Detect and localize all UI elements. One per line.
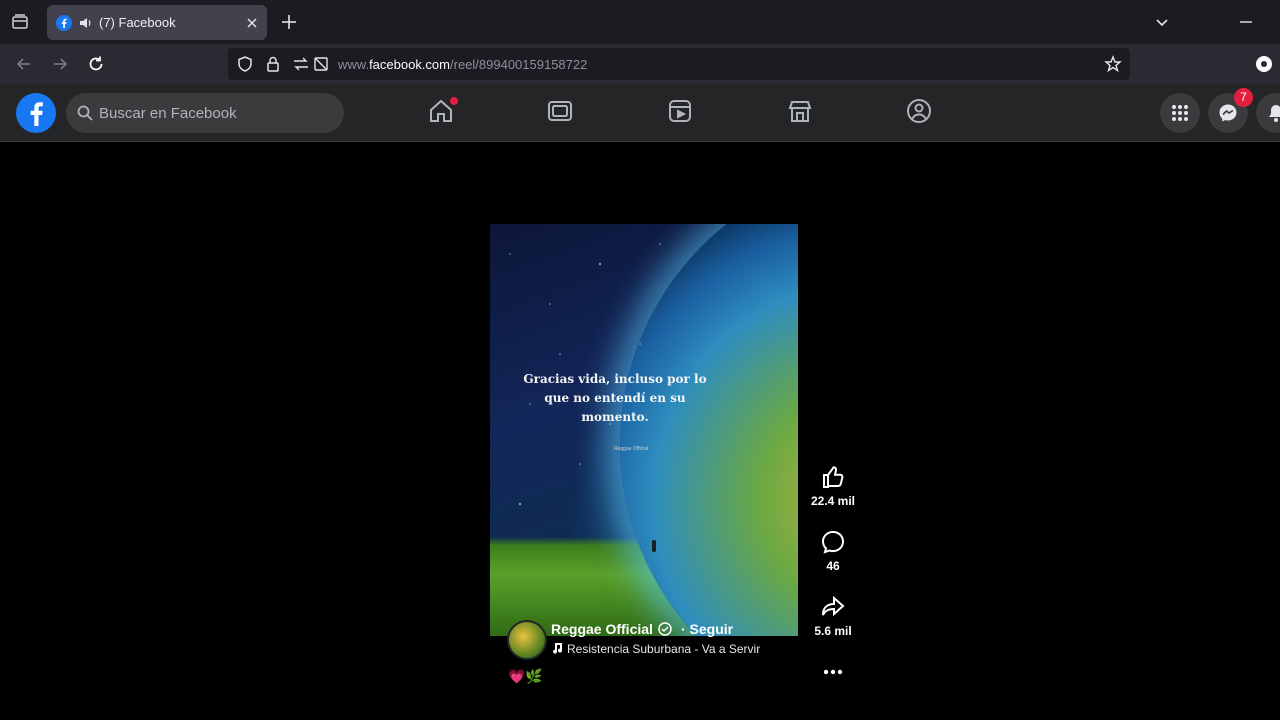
search-icon [77, 105, 93, 121]
thumbs-up-icon [823, 466, 844, 488]
like-button[interactable]: 22.4 mil [808, 464, 858, 508]
comment-count: 46 [826, 559, 840, 573]
url-text[interactable]: www.facebook.com/reel/899400159158722 [338, 57, 587, 72]
shield-icon[interactable] [236, 55, 254, 73]
grid-menu-icon [1172, 105, 1188, 121]
account-icon[interactable] [1254, 54, 1274, 74]
menu-button[interactable] [1160, 93, 1200, 133]
reader-view-icon[interactable] [312, 55, 330, 73]
messenger-icon [1219, 104, 1237, 122]
facebook-search[interactable] [66, 93, 344, 133]
verified-icon [658, 622, 672, 636]
lock-icon[interactable] [264, 55, 282, 73]
new-tab-icon[interactable] [280, 13, 298, 31]
avatar[interactable] [507, 620, 547, 660]
comment-button[interactable]: 46 [808, 529, 858, 573]
browser-navbar: www.facebook.com/reel/899400159158722 [0, 44, 1280, 84]
facebook-logo-icon[interactable] [16, 93, 56, 133]
reel-video[interactable]: Gracias vida, incluso por lo que no ente… [490, 224, 798, 636]
browser-tabstrip: (7) Facebook [0, 0, 1280, 44]
comment-icon [821, 530, 845, 554]
reel-emojis: 💗🌿 [508, 668, 543, 684]
follow-button[interactable]: · Seguir [681, 621, 733, 637]
watch-icon [548, 101, 572, 121]
close-tab-icon[interactable] [243, 14, 261, 32]
speaker-icon[interactable] [78, 15, 94, 31]
nav-reels[interactable] [666, 97, 694, 127]
messenger-badge: 7 [1234, 88, 1253, 107]
facebook-header [0, 84, 1280, 142]
back-icon[interactable] [14, 54, 34, 74]
nav-watch[interactable] [546, 97, 574, 127]
browser-tab-facebook[interactable]: (7) Facebook [47, 5, 267, 40]
tab-list-icon[interactable] [10, 12, 30, 32]
nav-home[interactable] [427, 97, 458, 127]
reload-icon[interactable] [86, 54, 106, 74]
nav-groups[interactable] [905, 97, 933, 127]
tab-title: (7) Facebook [99, 15, 176, 30]
share-count: 5.6 mil [814, 624, 852, 638]
notification-dot [450, 97, 458, 105]
notifications-button[interactable] [1256, 93, 1280, 133]
music-note-icon [553, 643, 562, 654]
share-icon [822, 595, 845, 617]
chevron-down-icon[interactable] [1153, 13, 1171, 31]
minimize-icon[interactable] [1237, 13, 1255, 31]
nav-marketplace[interactable] [786, 97, 814, 127]
facebook-favicon-icon [56, 15, 72, 31]
permissions-icon[interactable] [292, 55, 310, 73]
reel-signature: Reggae Official [614, 446, 649, 452]
reel-author: Reggae Official · Seguir Resistencia Sub… [507, 620, 797, 680]
song-title[interactable]: Resistencia Suburbana - Va a Servir [567, 642, 760, 656]
marketplace-icon [788, 101, 812, 122]
reels-icon [669, 100, 691, 122]
bell-icon [1269, 105, 1280, 122]
forward-icon[interactable] [50, 54, 70, 74]
search-input[interactable] [99, 93, 329, 133]
more-options-icon[interactable] [821, 660, 845, 684]
address-bar[interactable]: www.facebook.com/reel/899400159158722 [228, 48, 1130, 80]
stars-artwork [490, 224, 798, 636]
person-silhouette [652, 540, 656, 552]
page-name[interactable]: Reggae Official [551, 621, 653, 637]
bookmark-star-icon[interactable] [1104, 55, 1122, 73]
share-button[interactable]: 5.6 mil [808, 594, 858, 638]
reel-quote: Gracias vida, incluso por lo que no ente… [523, 372, 707, 424]
like-count: 22.4 mil [810, 494, 856, 508]
groups-icon [907, 99, 931, 123]
